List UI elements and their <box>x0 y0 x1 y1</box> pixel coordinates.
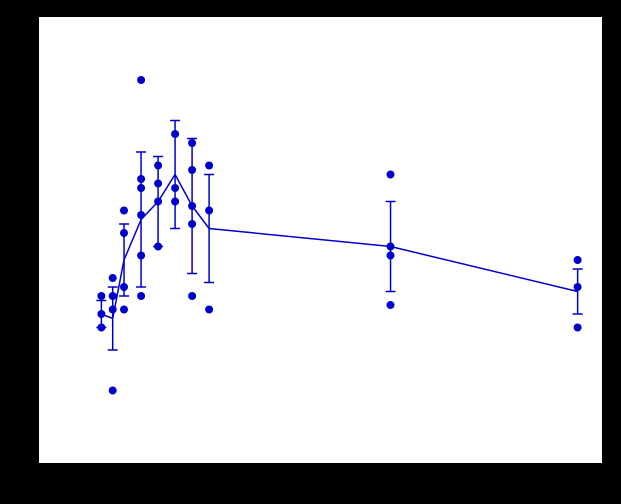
chart-frame <box>0 0 621 504</box>
chart-svg <box>39 17 606 467</box>
error-bars <box>96 121 582 351</box>
plot-area <box>37 15 604 465</box>
line-series <box>101 175 577 319</box>
scatter-points <box>97 76 581 395</box>
